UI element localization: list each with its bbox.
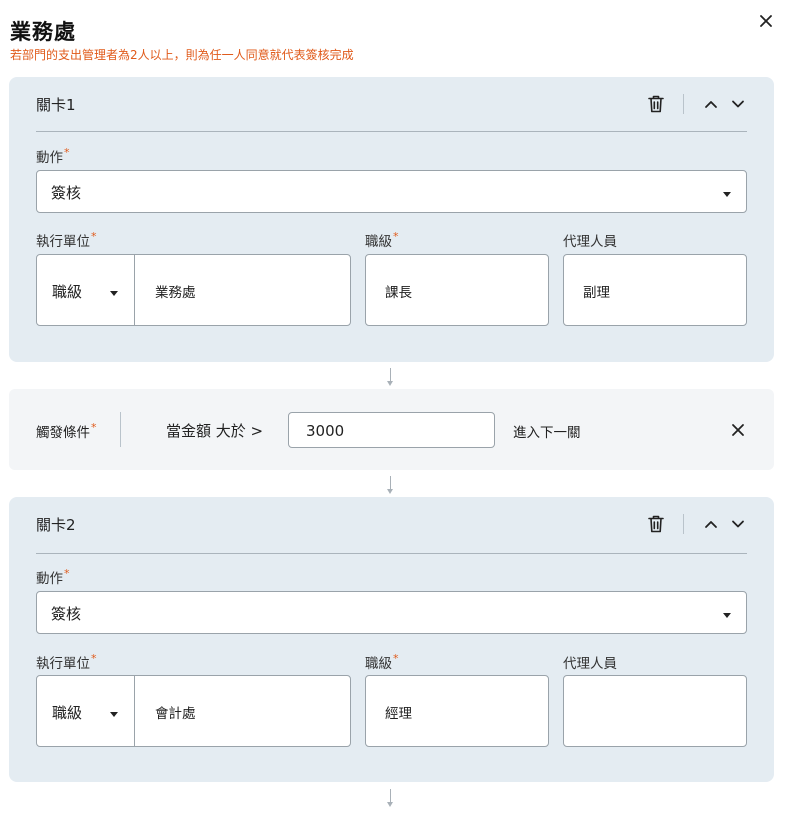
rank-label: 職級* (365, 652, 399, 672)
flow-connector-line (390, 789, 391, 802)
unit-field: 職級 會計處 (36, 675, 351, 747)
action-select[interactable]: 簽核 (36, 170, 747, 213)
unit-name-value: 業務處 (155, 285, 196, 301)
close-icon[interactable] (758, 13, 774, 29)
rank-input[interactable]: 經理 (365, 675, 549, 747)
chevron-down-icon[interactable] (730, 96, 746, 112)
unit-type-select[interactable]: 職級 (37, 255, 135, 325)
unit-label-text: 執行單位 (36, 656, 90, 672)
amount-input[interactable]: 3000 (288, 412, 495, 448)
condition-next-text: 進入下一關 (513, 425, 581, 441)
trigger-condition: 觸發條件* 當金額 大於 > 3000 進入下一關 (9, 389, 774, 470)
caret-down-icon (723, 192, 731, 197)
caret-down-icon (723, 613, 731, 618)
unit-field: 職級 業務處 (36, 254, 351, 326)
unit-name-input[interactable]: 業務處 (136, 255, 350, 325)
required-mark: * (393, 230, 399, 243)
caret-down-icon (110, 712, 118, 717)
action-label: 動作* (36, 567, 70, 587)
dialog-note: 若部門的支出管理者為2人以上，則為任一人同意就代表簽核完成 (10, 48, 354, 62)
rank-value: 經理 (385, 706, 412, 722)
rank-label-text: 職級 (365, 656, 392, 672)
condition-divider (120, 412, 121, 447)
close-icon[interactable] (731, 423, 745, 437)
stage-card-2: 關卡2 動作* 簽核 執行單位* 職級* 代理人員 職級 會計處 經理 (9, 497, 774, 782)
toolbar-divider (683, 94, 684, 114)
flow-connector-line (390, 368, 391, 381)
unit-type-value: 職級 (52, 283, 83, 301)
stage-divider (36, 553, 747, 554)
action-select-value: 簽核 (51, 605, 82, 623)
condition-label: 觸發條件* (36, 421, 97, 441)
unit-name-value: 會計處 (155, 706, 196, 722)
chevron-up-icon[interactable] (703, 96, 719, 112)
arrow-down-icon (387, 381, 393, 386)
required-mark: * (393, 652, 399, 665)
rank-label-text: 職級 (365, 234, 392, 250)
stage-card-1: 關卡1 動作* 簽核 執行單位* 職級* 代理人員 職級 業務處 課長 副理 (9, 77, 774, 362)
required-mark: * (91, 421, 97, 434)
unit-label-text: 執行單位 (36, 234, 90, 250)
rank-value: 課長 (385, 285, 412, 301)
agent-label: 代理人員 (563, 656, 617, 672)
action-label: 動作* (36, 146, 70, 166)
condition-text: 當金額 大於 > (166, 422, 264, 440)
agent-input[interactable] (563, 675, 747, 747)
trash-icon[interactable] (647, 514, 665, 534)
chevron-up-icon[interactable] (703, 516, 719, 532)
flow-connector-line (390, 476, 391, 489)
amount-value: 3000 (306, 422, 345, 440)
action-label-text: 動作 (36, 150, 63, 166)
rank-label: 職級* (365, 230, 399, 250)
required-mark: * (91, 230, 97, 243)
arrow-down-icon (387, 489, 393, 494)
stage-title: 關卡2 (36, 516, 76, 534)
dialog-title: 業務處 (10, 20, 76, 44)
agent-value: 副理 (583, 285, 610, 301)
chevron-down-icon[interactable] (730, 516, 746, 532)
required-mark: * (64, 567, 70, 580)
action-select-value: 簽核 (51, 184, 82, 202)
unit-label: 執行單位* (36, 230, 97, 250)
unit-type-select[interactable]: 職級 (37, 676, 135, 746)
stage-title: 關卡1 (36, 96, 76, 114)
caret-down-icon (110, 291, 118, 296)
unit-label: 執行單位* (36, 652, 97, 672)
unit-name-input[interactable]: 會計處 (136, 676, 350, 746)
stage-divider (36, 131, 747, 132)
agent-label: 代理人員 (563, 234, 617, 250)
action-label-text: 動作 (36, 571, 63, 587)
toolbar-divider (683, 514, 684, 534)
rank-input[interactable]: 課長 (365, 254, 549, 326)
required-mark: * (91, 652, 97, 665)
unit-type-value: 職級 (52, 704, 83, 722)
agent-input[interactable]: 副理 (563, 254, 747, 326)
condition-label-text: 觸發條件 (36, 425, 90, 441)
required-mark: * (64, 146, 70, 159)
trash-icon[interactable] (647, 94, 665, 114)
arrow-down-icon (387, 802, 393, 807)
action-select[interactable]: 簽核 (36, 591, 747, 634)
